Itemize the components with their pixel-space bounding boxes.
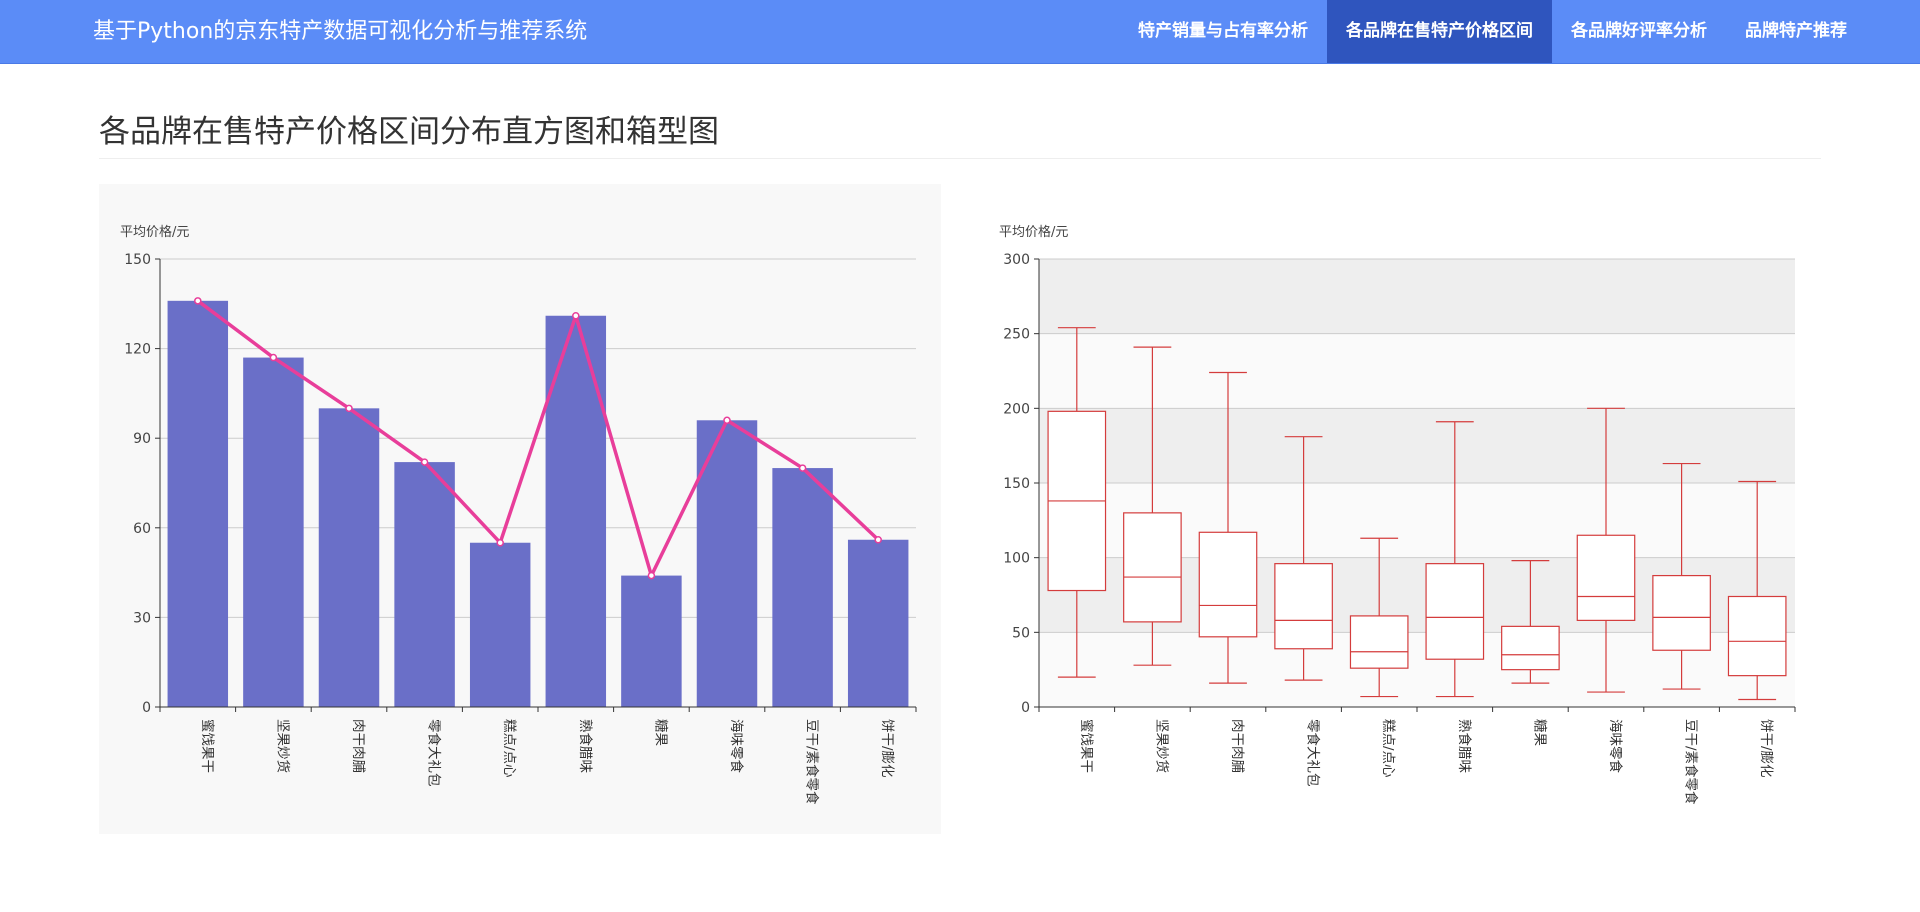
- iqr-box: [1576, 534, 1636, 621]
- y-tick-label: 0: [142, 700, 151, 716]
- y-tick-label: 90: [133, 431, 151, 447]
- y-tick-label: 50: [1012, 625, 1030, 641]
- x-category-label: 海味零食: [1607, 719, 1624, 773]
- y-tick-label: 300: [1003, 252, 1030, 268]
- line-point-7: [723, 416, 731, 425]
- y-tick-label: 30: [133, 610, 151, 626]
- line-point-1: [269, 353, 278, 362]
- y-tick-label: 0: [1021, 700, 1030, 716]
- x-category-label: 熟食腊味: [577, 719, 594, 773]
- iqr-box: [1274, 563, 1333, 650]
- y-axis-label: 平均价格/元: [999, 224, 1068, 240]
- x-category-label: 蜜饯果干: [1078, 719, 1094, 773]
- nav-menu: 特产销量与占有率分析 各品牌在售特产价格区间 各品牌好评率分析 品牌特产推荐: [1119, 0, 1920, 63]
- x-category-label: 饼干/膨化: [879, 719, 895, 778]
- x-category-label: 熟食腊味: [1456, 719, 1473, 773]
- bar-2: [318, 408, 380, 707]
- x-category-label: 蜜饯果干: [199, 719, 215, 773]
- x-category-label: 饼干/膨化: [1758, 719, 1774, 778]
- y-tick-label: 150: [124, 252, 151, 268]
- nav-price-range[interactable]: 各品牌在售特产价格区间: [1327, 0, 1552, 63]
- bar-line-chart: 平均价格/元 0 30 60 90 120 150 蜜饯果干 坚果炒货 肉干肉脯 零食大礼包 糕点/点…: [120, 224, 917, 805]
- bar-4: [469, 542, 531, 707]
- y-tick-label: 150: [1003, 476, 1030, 492]
- bar-3: [394, 462, 455, 707]
- x-category-label: 肉干肉脯: [1229, 719, 1245, 773]
- box-plot-chart: 平均价格/元 0 50 100 150 200 250 300 蜜饯果干 坚果炒货 肉干肉脯 零食大礼…: [999, 224, 1796, 805]
- iqr-box: [1198, 531, 1258, 638]
- histogram-panel: 平均价格/元 0 30 60 90 120 150 蜜饯果干 坚果炒货 肉干肉脯 零食大礼包 糕点/点…: [99, 184, 941, 834]
- x-category-label: 豆干/素食零食: [1683, 719, 1700, 805]
- line-point-9: [874, 535, 882, 544]
- x-category-label: 糖果: [652, 719, 668, 747]
- x-category-label: 零食大礼包: [426, 719, 443, 787]
- bar-1: [243, 357, 304, 707]
- x-category-label: 零食大礼包: [1305, 719, 1322, 787]
- iqr-box: [1652, 574, 1711, 651]
- x-category-label: 糖果: [1531, 719, 1547, 747]
- x-category-label: 坚果炒货: [274, 719, 291, 773]
- x-category-label: 糕点/点心: [1380, 719, 1396, 778]
- line-point-4: [496, 538, 504, 547]
- title-divider: [99, 158, 1821, 159]
- x-category-label: 海味零食: [728, 719, 745, 773]
- line-point-6: [647, 571, 656, 580]
- x-category-label: 糕点/点心: [501, 719, 517, 778]
- line-point-3: [420, 458, 429, 466]
- y-tick-label: 250: [1003, 327, 1030, 343]
- x-category-label: 豆干/素食零食: [804, 719, 821, 805]
- y-tick-label: 100: [1003, 551, 1030, 567]
- iqr-box: [1501, 625, 1560, 671]
- top-navbar: 基于Python的京东特产数据可视化分析与推荐系统 特产销量与占有率分析 各品牌…: [0, 0, 1920, 64]
- y-tick-label: 200: [1003, 401, 1030, 417]
- line-point-5: [572, 311, 580, 320]
- y-tick-label: 60: [133, 521, 151, 537]
- bar-8: [772, 468, 833, 707]
- bar-9: [847, 539, 909, 707]
- nav-rating-analysis[interactable]: 各品牌好评率分析: [1552, 0, 1726, 63]
- iqr-box: [1123, 512, 1182, 623]
- nav-sales-share[interactable]: 特产销量与占有率分析: [1119, 0, 1327, 63]
- y-tick-label: 120: [124, 342, 151, 358]
- line-point-2: [345, 404, 353, 413]
- x-category-label: 肉干肉脯: [350, 719, 366, 773]
- nav-recommendation[interactable]: 品牌特产推荐: [1726, 0, 1866, 63]
- iqr-box: [1349, 615, 1409, 669]
- page-title: 各品牌在售特产价格区间分布直方图和箱型图: [99, 114, 719, 150]
- bar-0: [167, 300, 229, 707]
- line-point-0: [194, 297, 202, 305]
- grid-band: [1039, 259, 1795, 334]
- boxplot-panel: 平均价格/元 0 50 100 150 200 250 300 蜜饯果干 坚果炒货 肉干肉脯 零食大礼…: [978, 184, 1821, 834]
- iqr-box: [1425, 563, 1485, 660]
- y-axis-label: 平均价格/元: [120, 224, 189, 240]
- bar-6: [621, 575, 682, 707]
- iqr-box: [1727, 595, 1787, 677]
- line-point-8: [798, 464, 807, 472]
- app-brand-title[interactable]: 基于Python的京东特产数据可视化分析与推荐系统: [93, 0, 587, 63]
- x-category-label: 坚果炒货: [1153, 719, 1170, 773]
